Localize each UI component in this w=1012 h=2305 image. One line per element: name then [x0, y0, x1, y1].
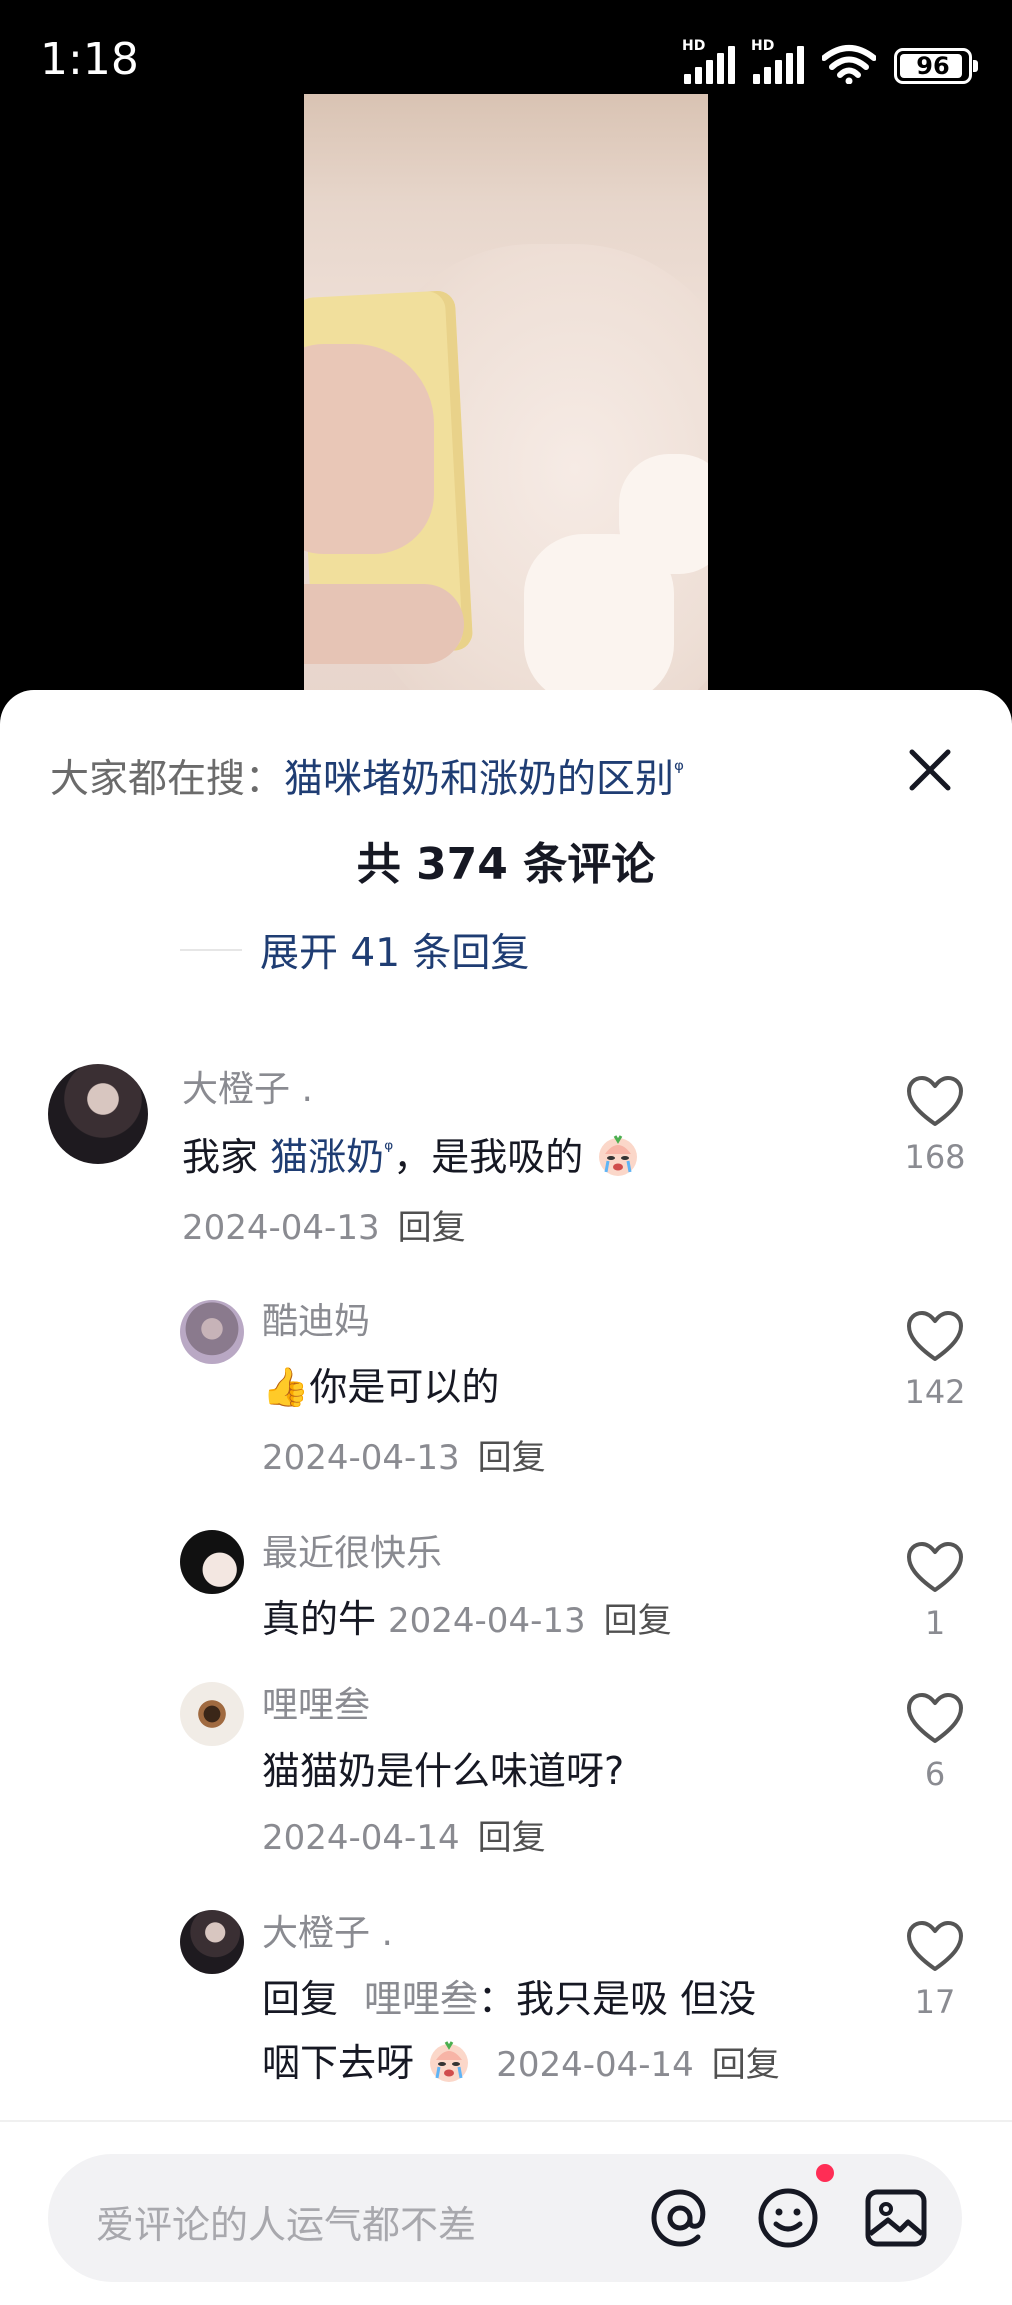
wifi-icon: [822, 45, 876, 84]
comment-date: 2024-04-13: [262, 1438, 460, 1478]
like-button[interactable]: 142: [900, 1309, 970, 1411]
reply-to-username[interactable]: 哩哩叁: [364, 1977, 478, 2021]
search-suggestion[interactable]: 大家都在搜：猫咪堵奶和涨奶的区别ᵠ: [50, 748, 684, 804]
like-button[interactable]: 17: [900, 1919, 970, 2021]
comment-text: 👍你是可以的: [262, 1365, 500, 1409]
comment-date: 2024-04-14: [262, 1818, 460, 1858]
image-icon[interactable]: [862, 2184, 930, 2252]
heart-icon[interactable]: [905, 1074, 965, 1128]
crying-emoji: [599, 1135, 638, 1176]
comment-date: 2024-04-13: [388, 1601, 586, 1641]
like-button[interactable]: 1: [900, 1540, 970, 1642]
comment-input-placeholder: 爱评论的人运气都不差: [96, 2203, 477, 2247]
signal-icon: HD: [751, 38, 804, 84]
heart-icon[interactable]: [905, 1691, 965, 1745]
reply-button[interactable]: 回复: [604, 1601, 672, 1641]
video-player[interactable]: [304, 94, 708, 704]
search-suggestion-keyword[interactable]: 猫咪堵奶和涨奶的区别: [284, 757, 674, 802]
avatar[interactable]: [48, 1064, 148, 1164]
like-count: 6: [924, 1755, 946, 1793]
comment-text: 咽下去呀 2024-04-14 回复: [262, 2032, 780, 2087]
at-icon[interactable]: [646, 2184, 714, 2252]
search-link[interactable]: 猫涨奶ᵠ: [270, 1135, 393, 1179]
comments-sheet: 大家都在搜：猫咪堵奶和涨奶的区别ᵠ 共 374 条评论 展开 41 条回复 大橙…: [0, 690, 1012, 2305]
like-button[interactable]: 168: [900, 1074, 970, 1176]
close-icon[interactable]: [900, 740, 960, 800]
reply-button[interactable]: 回复: [398, 1208, 466, 1248]
comment-username[interactable]: 酷迪妈: [262, 1292, 370, 1344]
crying-emoji: [430, 2041, 469, 2082]
reply-button[interactable]: 回复: [478, 1818, 546, 1858]
avatar[interactable]: [180, 1530, 244, 1594]
comments-count-title: 共 374 条评论: [356, 839, 656, 890]
battery-icon: 96: [894, 48, 978, 84]
avatar[interactable]: [180, 1682, 244, 1746]
comment-text: 猫猫奶是什么味道呀?: [262, 1749, 625, 1793]
expand-replies-button[interactable]: 展开 41 条回复: [260, 922, 529, 978]
comment-meta: 2024-04-14 回复: [262, 1810, 546, 1859]
avatar[interactable]: [180, 1300, 244, 1364]
comment-input-bar: 爱评论的人运气都不差: [0, 2120, 1012, 2305]
heart-icon[interactable]: [905, 1919, 965, 1973]
heart-icon[interactable]: [905, 1540, 965, 1594]
search-suggestion-label: 大家都在搜：: [50, 757, 285, 802]
like-count: 142: [904, 1373, 966, 1411]
reply-button[interactable]: 回复: [478, 1438, 546, 1478]
comment-username[interactable]: 最近很快乐: [262, 1524, 442, 1576]
comment-username[interactable]: 哩哩叁: [262, 1676, 370, 1728]
status-time: 1:18: [40, 34, 139, 85]
like-count: 1: [924, 1604, 946, 1642]
comment-username[interactable]: 大橙子 .: [182, 1060, 313, 1112]
comment-meta: 2024-04-13 回复: [262, 1430, 546, 1479]
signal-icon: HD: [682, 38, 735, 84]
like-count: 17: [914, 1983, 956, 2021]
comment-text: 真的牛 2024-04-13 回复: [262, 1597, 672, 1641]
like-button[interactable]: 6: [900, 1691, 970, 1793]
divider: [180, 949, 242, 951]
comment-meta: 2024-04-13 回复: [182, 1200, 466, 1249]
avatar[interactable]: [180, 1910, 244, 1974]
thumbs-up-emoji: 👍: [262, 1365, 310, 1409]
comment-username[interactable]: 大橙子 .: [262, 1904, 393, 1956]
heart-icon[interactable]: [905, 1309, 965, 1363]
like-count: 168: [904, 1138, 966, 1176]
comment-date: 2024-04-14: [496, 2045, 694, 2085]
status-icons: HD HD 96: [682, 38, 978, 84]
comment-input[interactable]: 爱评论的人运气都不差: [48, 2154, 962, 2282]
comment-text: 回复 哩哩叁：我只是吸 但没: [262, 1977, 757, 2021]
notification-dot: [816, 2164, 834, 2182]
comment-text: 我家 猫涨奶ᵠ，是我吸的: [182, 1126, 641, 1181]
comment-date: 2024-04-13: [182, 1208, 380, 1248]
emoji-icon[interactable]: [754, 2184, 822, 2252]
reply-button[interactable]: 回复: [712, 2045, 780, 2085]
search-suggestion-icon: ᵠ: [674, 756, 685, 784]
